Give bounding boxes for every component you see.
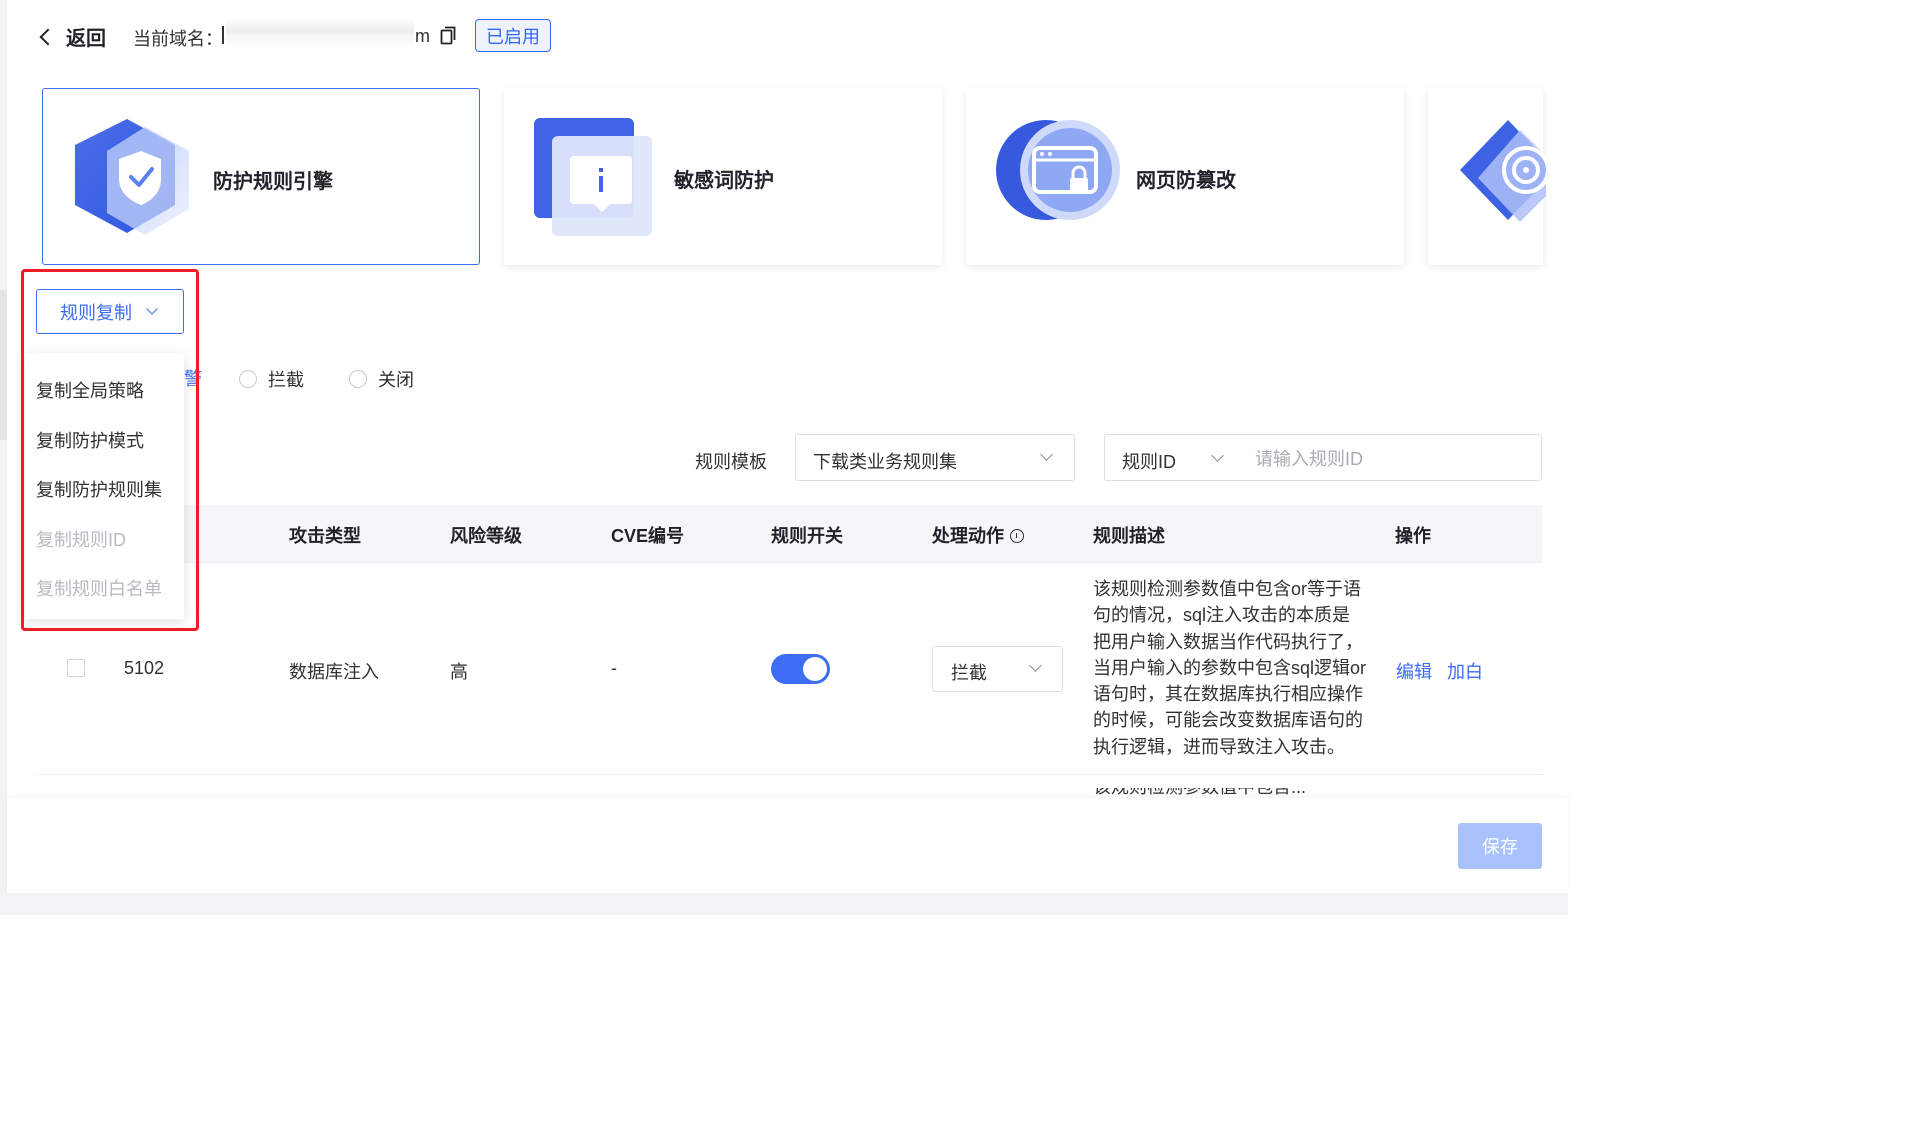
select-value: 拦截 <box>951 663 987 683</box>
menu-item-copy-rule-set[interactable]: 复制防护规则集 <box>36 476 162 502</box>
column-header: 规则开关 <box>771 526 843 546</box>
column-header: 风险等级 <box>450 526 522 546</box>
shield-check-icon <box>75 119 189 235</box>
attack-type: 数据库注入 <box>289 662 379 682</box>
column-header-action: 处理动作 <box>932 522 1024 548</box>
domain-label: 当前域名： <box>133 29 223 49</box>
whitelist-link[interactable]: 加白 <box>1447 658 1483 684</box>
rule-template-label: 规则模板 <box>695 452 767 472</box>
chevron-left-icon <box>39 28 57 45</box>
cve-number: - <box>611 658 617 678</box>
next-row-peek: 该规则检测参数值中包含... <box>1093 788 1367 798</box>
menu-item-copy-protection-mode[interactable]: 复制防护模式 <box>36 427 144 453</box>
edit-link[interactable]: 编辑 <box>1396 658 1432 684</box>
card-sensitive-word-protection[interactable]: 敏感词防护 <box>504 88 942 265</box>
rule-search-group: 规则ID <box>1104 434 1542 481</box>
save-button[interactable]: 保存 <box>1458 823 1542 869</box>
card-label: 防护规则引擎 <box>213 171 333 193</box>
bottom-strip <box>0 893 1568 915</box>
column-header: 操作 <box>1395 526 1431 546</box>
chevron-down-icon <box>1029 659 1042 672</box>
radio-label: 拦截 <box>268 370 304 390</box>
table-row: 5102 数据库注入 高 - 拦截 该规则检测参数值中包含or等于语句的情况，s… <box>37 562 1542 775</box>
rule-copy-dropdown-button[interactable]: 规则复制 <box>36 289 184 334</box>
radio-label: 关闭 <box>378 370 414 390</box>
column-header: 规则描述 <box>1093 526 1165 546</box>
rule-id: 5102 <box>124 658 165 678</box>
mode-radio-off[interactable]: 关闭 <box>349 366 414 392</box>
status-badge: 已启用 <box>475 19 551 52</box>
radio-circle[interactable] <box>239 370 257 388</box>
left-rail <box>0 0 7 915</box>
back-button[interactable]: 返回 <box>38 22 106 51</box>
domain-redacted <box>222 18 414 48</box>
row-checkbox[interactable] <box>67 659 85 677</box>
card-label: 敏感词防护 <box>674 170 774 192</box>
column-header: 处理动作 <box>932 526 1004 546</box>
card-label: 网页防篡改 <box>1136 170 1236 192</box>
card-web-tamper-protection[interactable]: 网页防篡改 <box>966 88 1404 265</box>
rule-copy-menu: 复制全局策略 复制防护模式 复制防护规则集 复制规则ID 复制规则白名单 <box>25 353 184 619</box>
info-message-icon <box>534 118 652 236</box>
card-protection-rule-engine[interactable]: 防护规则引擎 <box>42 88 480 265</box>
back-label: 返回 <box>66 28 106 50</box>
chevron-down-icon[interactable] <box>1211 449 1224 462</box>
table-header: 攻击类型 风险等级 CVE编号 规则开关 处理动作 规则描述 操作 <box>37 505 1542 563</box>
radio-circle[interactable] <box>349 370 367 388</box>
rule-id-search-input[interactable] <box>1253 443 1527 475</box>
dropdown-label: 规则复制 <box>60 302 132 323</box>
target-icon <box>1460 120 1546 222</box>
info-icon[interactable] <box>1010 529 1024 543</box>
column-header: 攻击类型 <box>289 526 361 546</box>
menu-item-copy-rule-id: 复制规则ID <box>36 530 126 550</box>
action-select[interactable]: 拦截 <box>932 646 1063 692</box>
mode-option-partial: 警 <box>184 369 202 389</box>
rule-template-select[interactable]: 下载类业务规则集 <box>795 434 1075 481</box>
rule-description: 该规则检测参数值中包含or等于语句的情况，sql注入攻击的本质是把用户输入数据当… <box>1093 579 1367 757</box>
copy-icon[interactable] <box>440 26 456 46</box>
rule-enable-toggle[interactable] <box>771 654 830 684</box>
chevron-down-icon <box>146 303 158 315</box>
menu-item-copy-rule-whitelist: 复制规则白名单 <box>36 579 162 599</box>
risk-level: 高 <box>450 662 468 682</box>
domain-value-tail: m <box>415 26 430 46</box>
chevron-down-icon <box>1040 448 1053 461</box>
browser-lock-icon <box>996 120 1120 220</box>
select-value: 下载类业务规则集 <box>813 452 957 472</box>
column-header: CVE编号 <box>611 526 685 546</box>
card-fourth-feature[interactable] <box>1428 88 1546 265</box>
footer-bar <box>7 798 1568 893</box>
mode-radio-block[interactable]: 拦截 <box>239 366 304 392</box>
menu-item-copy-global-policy[interactable]: 复制全局策略 <box>36 377 144 403</box>
search-type-select[interactable]: 规则ID <box>1122 448 1176 474</box>
